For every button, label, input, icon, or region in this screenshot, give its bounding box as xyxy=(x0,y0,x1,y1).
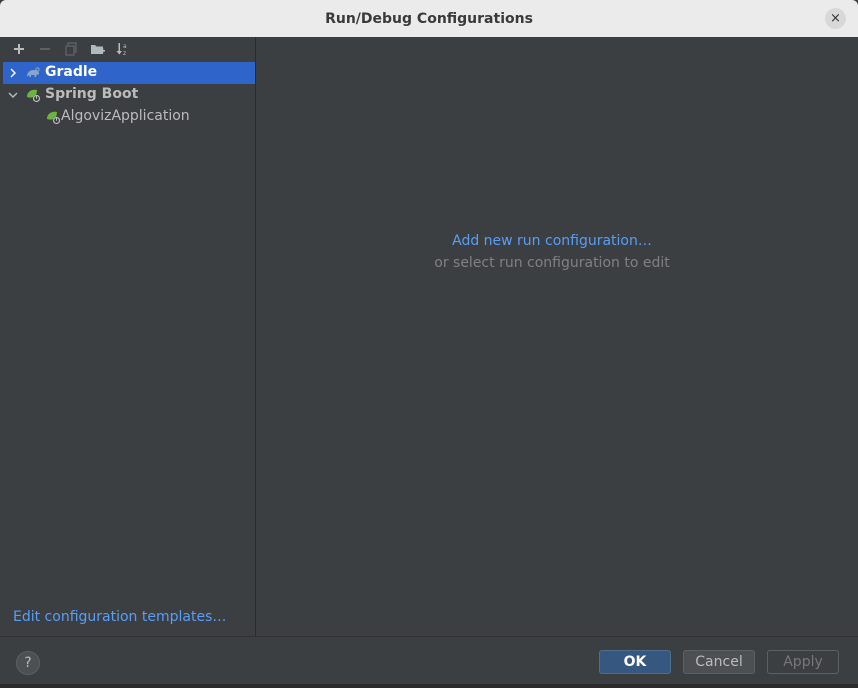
remove-icon xyxy=(40,48,50,50)
ok-button[interactable]: OK xyxy=(599,650,671,674)
gradle-icon xyxy=(27,67,40,77)
chevron-right-icon[interactable] xyxy=(7,67,19,79)
configurations-panel: a z Gradle Spring Boot AlgovizApplicatio… xyxy=(3,37,256,636)
spring-boot-icon xyxy=(47,111,61,125)
dialog-title: Run/Debug Configurations xyxy=(325,10,533,27)
tree-item-spring-boot[interactable]: Spring Boot xyxy=(3,84,255,106)
cancel-button[interactable]: Cancel xyxy=(683,650,755,674)
spring-boot-icon xyxy=(27,89,41,103)
configuration-editor-panel: Add new run configuration… or select run… xyxy=(256,37,858,636)
copy-icon xyxy=(65,42,77,56)
sort-configurations-button[interactable]: a z xyxy=(113,39,133,59)
remove-configuration-button[interactable] xyxy=(35,39,55,59)
svg-text:z: z xyxy=(123,50,126,56)
edit-configuration-templates-link[interactable]: Edit configuration templates… xyxy=(13,609,226,625)
configurations-toolbar: a z xyxy=(3,37,255,61)
help-button[interactable]: ? xyxy=(16,651,40,675)
tree-item-algoviz-application[interactable]: AlgovizApplication xyxy=(3,106,255,128)
apply-button[interactable]: Apply xyxy=(767,650,839,674)
folder-add-icon xyxy=(90,45,105,54)
title-bar: Run/Debug Configurations × xyxy=(0,0,858,37)
add-configuration-button[interactable] xyxy=(9,39,29,59)
close-icon: × xyxy=(830,11,841,26)
copy-configuration-button[interactable] xyxy=(61,39,81,59)
run-debug-configurations-dialog: Run/Debug Configurations × a z Gradle Sp… xyxy=(0,0,858,684)
dialog-footer: ? OK Cancel Apply xyxy=(0,636,858,684)
configurations-tree: Gradle Spring Boot AlgovizApplication xyxy=(3,62,255,128)
sort-az-icon: a z xyxy=(116,43,127,56)
chevron-down-icon[interactable] xyxy=(7,89,19,101)
new-folder-button[interactable] xyxy=(87,39,107,59)
add-icon xyxy=(14,44,24,54)
background-editor-strip xyxy=(0,684,858,688)
select-configuration-hint: or select run configuration to edit xyxy=(434,255,670,271)
svg-text:a: a xyxy=(123,43,127,50)
close-button[interactable]: × xyxy=(825,8,846,29)
help-icon: ? xyxy=(24,655,32,671)
add-new-run-configuration-link[interactable]: Add new run configuration… xyxy=(256,233,848,249)
tree-item-gradle[interactable]: Gradle xyxy=(3,62,255,84)
tree-item-label: AlgovizApplication xyxy=(61,108,190,124)
tree-item-label: Spring Boot xyxy=(45,86,139,102)
tree-item-label: Gradle xyxy=(45,64,98,80)
